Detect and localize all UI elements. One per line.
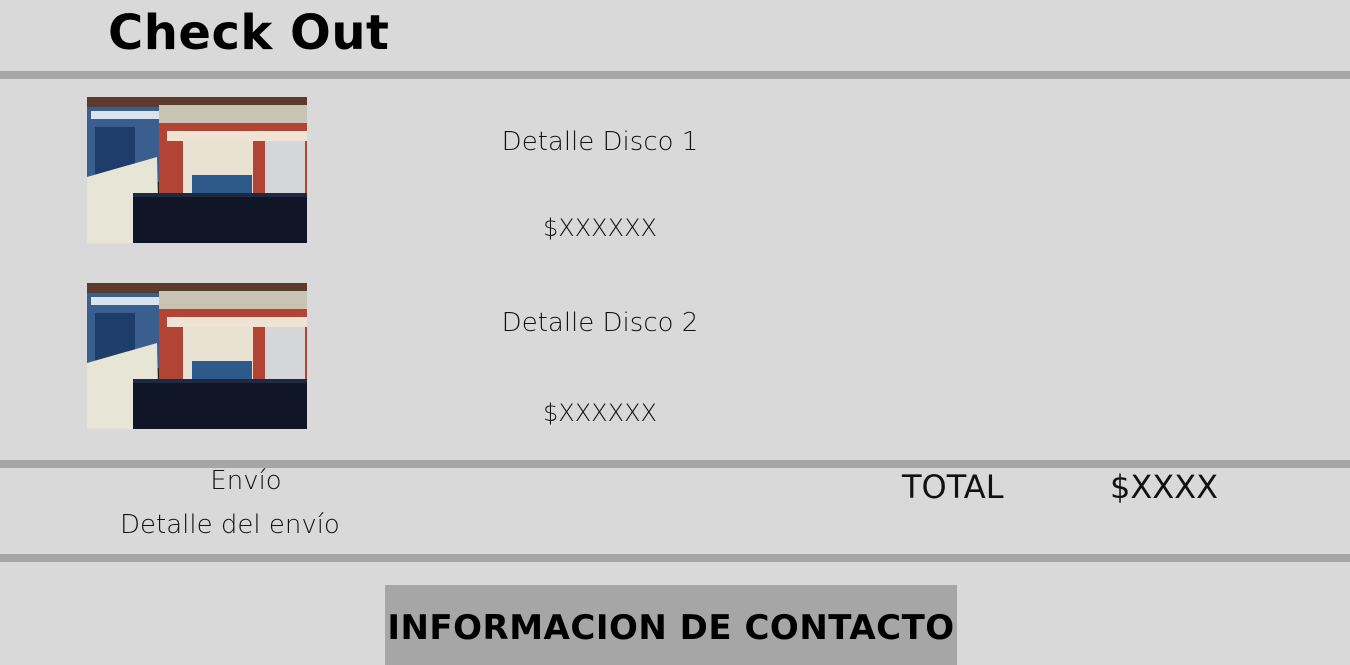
header-divider	[0, 71, 1350, 79]
cart-item-2-image	[87, 283, 307, 429]
cart-item-1-price: $XXXXXX	[543, 214, 657, 242]
cart-item-1-image	[87, 97, 307, 243]
shipping-detail: Detalle del envío	[120, 510, 340, 540]
contact-info-button-label: INFORMACION DE CONTACTO	[387, 608, 955, 648]
total-label: TOTAL	[902, 468, 1004, 506]
cart-item-2-price: $XXXXXX	[543, 399, 657, 427]
shipping-label: Envío	[210, 466, 282, 496]
summary-divider	[0, 554, 1350, 562]
cart-item-1-detail: Detalle Disco 1	[501, 127, 699, 157]
total-value: $XXXX	[1110, 468, 1219, 506]
page-title: Check Out	[108, 5, 390, 61]
cart-item-2-detail: Detalle Disco 2	[501, 308, 699, 338]
contact-info-button[interactable]: INFORMACION DE CONTACTO	[385, 585, 957, 665]
